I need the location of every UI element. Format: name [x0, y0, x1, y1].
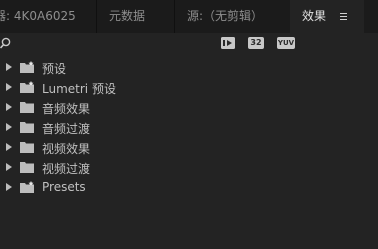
effects-toolbar: 32 YUV: [0, 33, 378, 55]
expand-triangle-icon[interactable]: [6, 63, 12, 71]
32-bit-color-button[interactable]: 32: [248, 37, 264, 49]
expand-triangle-icon[interactable]: [6, 143, 12, 151]
tree-item-label: Lumetri 预设: [42, 82, 116, 96]
tree-item-label: 预设: [42, 62, 67, 76]
search-icon[interactable]: [0, 37, 12, 49]
tree-item-label: 音频过渡: [42, 122, 91, 136]
preset-folder-icon: [20, 81, 34, 93]
expand-triangle-icon[interactable]: [6, 103, 12, 111]
expand-triangle-icon[interactable]: [6, 123, 12, 131]
panel-tab-bar: 器: 4K0A6025 元数据 源:（无剪辑） 效果: [0, 0, 378, 33]
tree-item-audio-effects[interactable]: 音频效果: [0, 98, 378, 118]
tree-item-video-transitions[interactable]: 视频过渡: [0, 158, 378, 178]
tab-effects[interactable]: 效果: [290, 0, 364, 33]
tab-label: 源:（无剪辑）: [187, 9, 264, 23]
tab-program-monitor[interactable]: 器: 4K0A6025: [0, 0, 88, 33]
expand-triangle-icon[interactable]: [6, 163, 12, 171]
tree-item-presets[interactable]: 预设: [0, 58, 378, 78]
tab-label: 效果: [302, 9, 327, 23]
expand-triangle-icon[interactable]: [6, 183, 12, 191]
tree-item-label: Presets: [42, 180, 86, 194]
tree-item-lumetri-presets[interactable]: Lumetri 预设: [0, 78, 378, 98]
preset-folder-icon: [20, 61, 34, 73]
folder-icon: [20, 102, 34, 113]
tree-item-label: 音频效果: [42, 102, 91, 116]
yuv-effects-button[interactable]: YUV: [277, 37, 295, 49]
tab-source[interactable]: 源:（无剪辑）: [174, 0, 291, 33]
tree-item-audio-transitions[interactable]: 音频过渡: [0, 118, 378, 138]
tree-item-video-effects[interactable]: 视频效果: [0, 138, 378, 158]
panel-menu-icon[interactable]: [336, 0, 350, 33]
tab-label: 元数据: [109, 9, 146, 23]
folder-icon: [20, 142, 34, 153]
tree-item-label: 视频效果: [42, 142, 91, 156]
preset-folder-icon: [20, 181, 34, 193]
tree-item-user-presets[interactable]: Presets: [0, 178, 378, 198]
expand-triangle-icon[interactable]: [6, 83, 12, 91]
tab-label: 器: 4K0A6025: [0, 9, 76, 23]
folder-icon: [20, 122, 34, 133]
tree-item-label: 视频过渡: [42, 162, 91, 176]
accelerated-effects-icon[interactable]: [221, 37, 235, 49]
tab-metadata[interactable]: 元数据: [96, 0, 175, 33]
folder-icon: [20, 162, 34, 173]
